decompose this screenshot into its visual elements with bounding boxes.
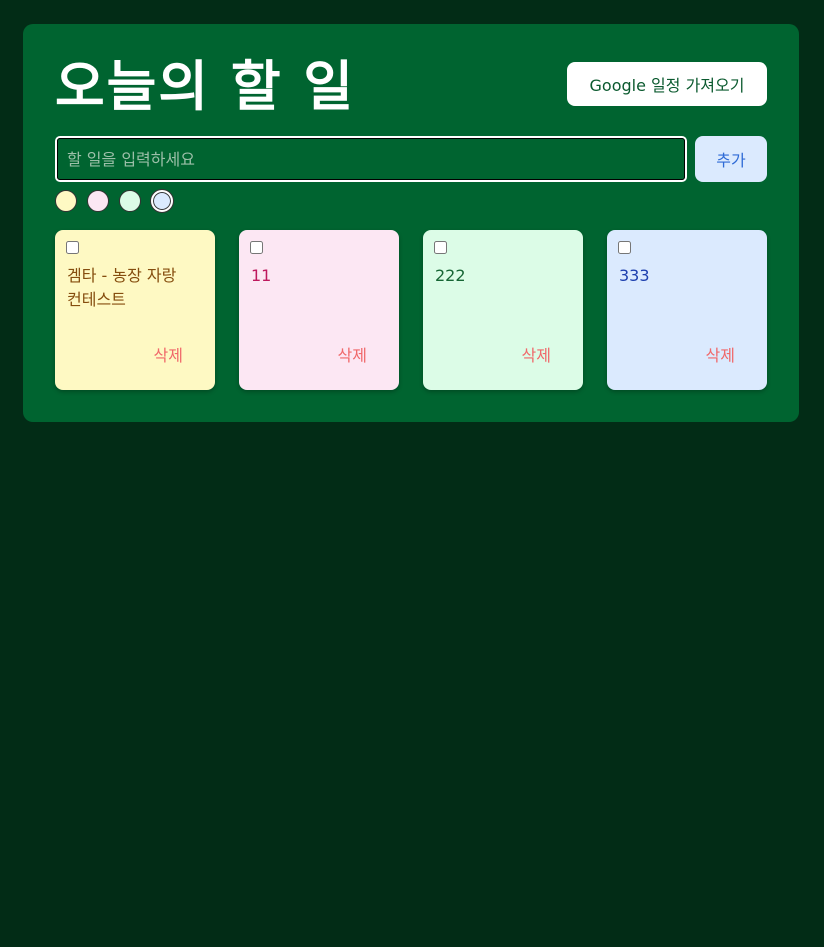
note-delete-button[interactable]: 삭제 [522, 342, 551, 366]
note-checkbox[interactable] [66, 241, 79, 254]
todo-panel: 오늘의 할 일 Google 일정 가져오기 추가 겜타 - 농장 자랑 컨테스… [23, 24, 799, 422]
add-button[interactable]: 추가 [695, 136, 767, 182]
color-swatch-blue[interactable] [151, 190, 173, 212]
color-swatch-yellow[interactable] [55, 190, 77, 212]
notes-list: 겜타 - 농장 자랑 컨테스트 삭제 11 삭제 222 삭제 333 삭제 [55, 230, 767, 390]
note-text: 겜타 - 농장 자랑 컨테스트 [67, 266, 177, 309]
note-card: 11 삭제 [239, 230, 399, 390]
note-card: 333 삭제 [607, 230, 767, 390]
note-delete-button[interactable]: 삭제 [338, 342, 367, 366]
note-card: 222 삭제 [423, 230, 583, 390]
color-swatch-green[interactable] [119, 190, 141, 212]
note-text: 222 [435, 266, 466, 285]
page-title: 오늘의 할 일 [55, 55, 355, 118]
note-checkbox[interactable] [250, 241, 263, 254]
todo-input[interactable] [55, 136, 687, 182]
note-text: 11 [251, 266, 272, 285]
note-checkbox[interactable] [434, 241, 447, 254]
note-card: 겜타 - 농장 자랑 컨테스트 삭제 [55, 230, 215, 390]
note-delete-button[interactable]: 삭제 [154, 342, 183, 366]
note-text: 333 [619, 266, 650, 285]
color-swatch-pink[interactable] [87, 190, 109, 212]
note-checkbox[interactable] [618, 241, 631, 254]
note-delete-button[interactable]: 삭제 [706, 342, 735, 366]
google-calendar-import-button[interactable]: Google 일정 가져오기 [567, 62, 767, 106]
